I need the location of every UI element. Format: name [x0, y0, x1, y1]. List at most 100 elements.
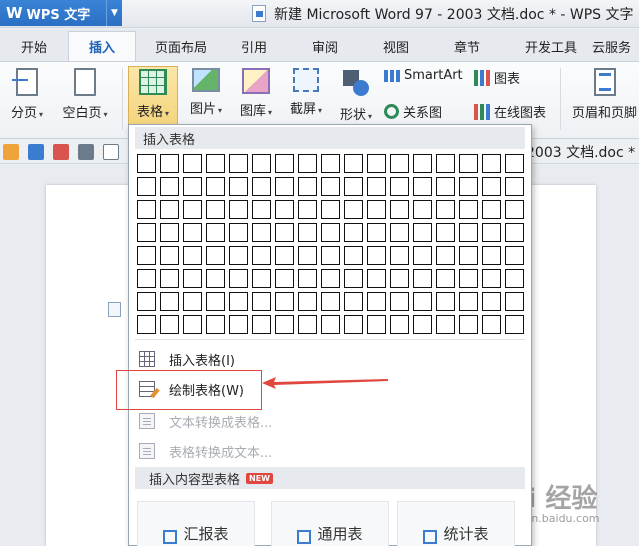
table-grid-cell[interactable]	[137, 200, 156, 219]
tab-developer[interactable]: 开发工具	[510, 31, 592, 61]
table-grid-cell[interactable]	[344, 154, 363, 173]
table-grid-cell[interactable]	[436, 246, 455, 265]
table-grid-cell[interactable]	[229, 315, 248, 334]
table-grid-cell[interactable]	[436, 177, 455, 196]
table-grid-cell[interactable]	[459, 223, 478, 242]
table-grid-cell[interactable]	[229, 292, 248, 311]
table-grid-cell[interactable]	[298, 315, 317, 334]
table-grid-cell[interactable]	[183, 246, 202, 265]
table-grid-cell[interactable]	[137, 223, 156, 242]
table-grid-cell[interactable]	[275, 315, 294, 334]
table-grid-cell[interactable]	[505, 177, 524, 196]
table-grid-cell[interactable]	[252, 292, 271, 311]
table-grid-cell[interactable]	[436, 269, 455, 288]
table-grid-cell[interactable]	[505, 246, 524, 265]
table-grid-cell[interactable]	[413, 246, 432, 265]
gallery-button[interactable]: 图库 ▾	[232, 66, 280, 130]
table-grid-cell[interactable]	[275, 177, 294, 196]
table-grid-cell[interactable]	[321, 177, 340, 196]
table-grid-cell[interactable]	[459, 269, 478, 288]
table-grid-cell[interactable]	[206, 269, 225, 288]
table-grid-cell[interactable]	[252, 269, 271, 288]
table-grid-cell[interactable]	[160, 177, 179, 196]
smartart-button[interactable]: SmartArt	[384, 68, 463, 83]
table-grid-cell[interactable]	[344, 315, 363, 334]
table-grid-cell[interactable]	[436, 292, 455, 311]
save-icon[interactable]	[28, 143, 44, 160]
table-grid-cell[interactable]	[275, 292, 294, 311]
table-grid-cell[interactable]	[252, 177, 271, 196]
table-grid-cell[interactable]	[390, 315, 409, 334]
table-grid-cell[interactable]	[229, 177, 248, 196]
table-grid-cell[interactable]	[183, 269, 202, 288]
table-grid-cell[interactable]	[367, 154, 386, 173]
table-grid-cell[interactable]	[505, 292, 524, 311]
print-icon[interactable]	[78, 143, 94, 160]
table-grid-cell[interactable]	[275, 200, 294, 219]
table-grid-cell[interactable]	[160, 246, 179, 265]
table-grid-cell[interactable]	[436, 315, 455, 334]
header-footer-button[interactable]: 页眉和页脚	[568, 66, 639, 130]
table-grid-cell[interactable]	[482, 223, 501, 242]
tab-section[interactable]: 章节	[424, 31, 510, 61]
table-grid-cell[interactable]	[206, 315, 225, 334]
table-grid-cell[interactable]	[298, 200, 317, 219]
table-grid-cell[interactable]	[344, 292, 363, 311]
table-grid-cell[interactable]	[390, 223, 409, 242]
table-grid-cell[interactable]	[367, 200, 386, 219]
table-grid-cell[interactable]	[367, 315, 386, 334]
table-grid-cell[interactable]	[229, 246, 248, 265]
table-grid-cell[interactable]	[390, 177, 409, 196]
table-grid-cell[interactable]	[183, 315, 202, 334]
shape-button[interactable]: 形状 ▾	[332, 66, 380, 130]
table-grid-cell[interactable]	[436, 154, 455, 173]
tab-review[interactable]: 审阅	[282, 31, 368, 61]
table-grid-cell[interactable]	[482, 177, 501, 196]
table-grid-cell[interactable]	[137, 269, 156, 288]
table-grid-cell[interactable]	[298, 269, 317, 288]
table-grid-cell[interactable]	[137, 246, 156, 265]
table-grid-cell[interactable]	[321, 292, 340, 311]
table-grid-cell[interactable]	[505, 223, 524, 242]
table-grid-cell[interactable]	[367, 246, 386, 265]
table-grid-cell[interactable]	[321, 315, 340, 334]
screenshot-button[interactable]: 截屏 ▾	[282, 66, 330, 130]
table-grid-cell[interactable]	[413, 177, 432, 196]
table-grid-cell[interactable]	[183, 223, 202, 242]
table-grid-cell[interactable]	[160, 200, 179, 219]
table-grid-cell[interactable]	[459, 246, 478, 265]
open-folder-icon[interactable]	[3, 143, 19, 160]
tab-insert[interactable]: 插入	[68, 31, 136, 61]
template-statistics[interactable]: 统计表	[397, 501, 515, 546]
app-menu-button[interactable]: W WPS 文字 ▼	[0, 0, 122, 26]
table-grid-cell[interactable]	[390, 269, 409, 288]
table-grid-cell[interactable]	[505, 154, 524, 173]
table-grid-cell[interactable]	[505, 269, 524, 288]
table-button[interactable]: 表格 ▾	[128, 66, 178, 130]
table-grid-cell[interactable]	[459, 177, 478, 196]
print-preview-icon[interactable]	[103, 143, 119, 160]
table-grid-cell[interactable]	[390, 292, 409, 311]
table-grid-cell[interactable]	[344, 223, 363, 242]
table-grid-cell[interactable]	[206, 154, 225, 173]
table-grid-cell[interactable]	[367, 269, 386, 288]
table-grid-cell[interactable]	[344, 246, 363, 265]
table-grid-cell[interactable]	[482, 315, 501, 334]
table-grid-cell[interactable]	[482, 154, 501, 173]
table-grid-cell[interactable]	[252, 154, 271, 173]
table-grid-cell[interactable]	[252, 315, 271, 334]
table-grid-cell[interactable]	[183, 154, 202, 173]
table-grid-cell[interactable]	[367, 177, 386, 196]
table-grid-cell[interactable]	[344, 269, 363, 288]
table-grid-cell[interactable]	[252, 223, 271, 242]
table-grid-cell[interactable]	[183, 200, 202, 219]
table-grid-cell[interactable]	[206, 200, 225, 219]
table-grid-cell[interactable]	[229, 200, 248, 219]
table-grid-cell[interactable]	[298, 292, 317, 311]
export-pdf-icon[interactable]	[53, 143, 69, 160]
table-grid-cell[interactable]	[321, 269, 340, 288]
table-grid-cell[interactable]	[459, 292, 478, 311]
table-grid-cell[interactable]	[344, 200, 363, 219]
table-grid-cell[interactable]	[160, 292, 179, 311]
table-grid-cell[interactable]	[459, 200, 478, 219]
